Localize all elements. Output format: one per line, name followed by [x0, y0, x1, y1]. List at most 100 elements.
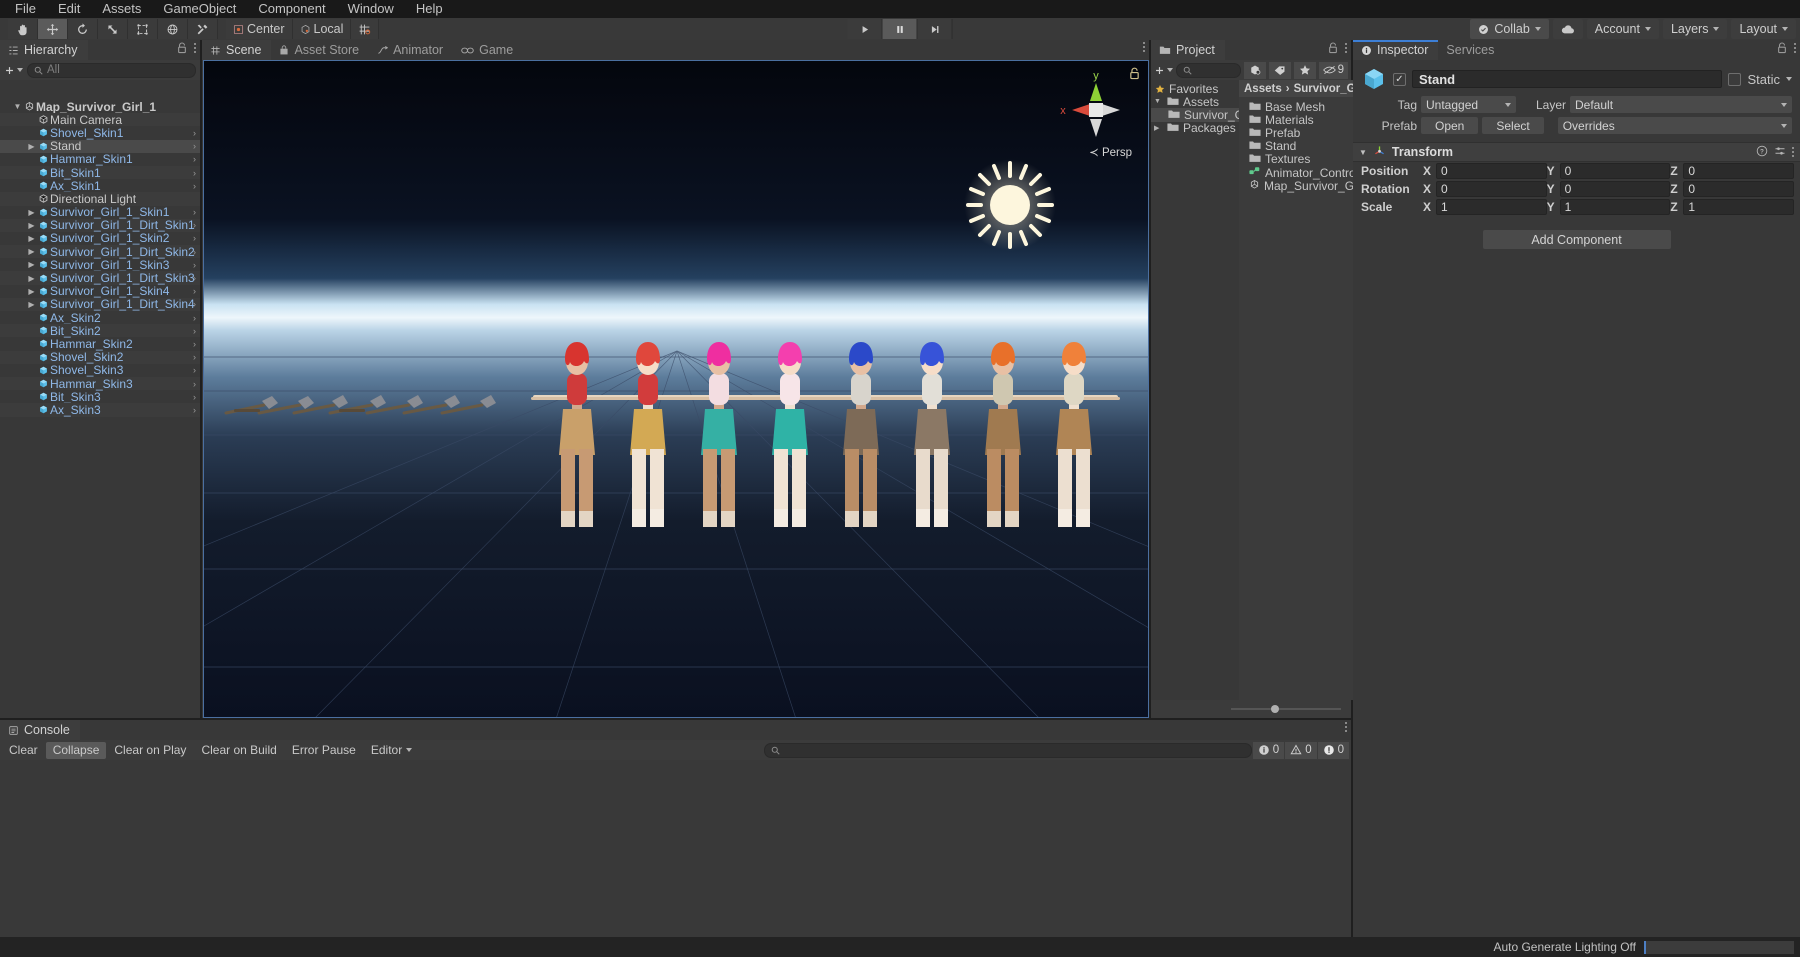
- chevron-right-icon[interactable]: ›: [193, 352, 196, 362]
- project-zoom-knob[interactable]: [1271, 705, 1279, 713]
- project-tree-item-packages[interactable]: ▶ Packages: [1151, 121, 1239, 135]
- transform-rotation-x-input[interactable]: 0: [1436, 181, 1547, 197]
- hierarchy-item-hammar-skin1[interactable]: Hammar_Skin1 ›: [0, 152, 200, 166]
- foldout-right-icon[interactable]: ▶: [1154, 124, 1163, 132]
- hierarchy-menu-icon[interactable]: [194, 43, 196, 53]
- transform-tool-button[interactable]: [158, 19, 188, 39]
- layers-button[interactable]: Layers: [1662, 19, 1728, 39]
- menu-item-assets[interactable]: Assets: [91, 0, 152, 18]
- console-search-input[interactable]: [763, 742, 1252, 758]
- chevron-right-icon[interactable]: ›: [193, 339, 196, 349]
- create-asset-button[interactable]: [1154, 65, 1173, 76]
- chevron-right-icon[interactable]: ›: [193, 260, 196, 270]
- chevron-right-icon[interactable]: ›: [193, 273, 196, 283]
- transform-scale-x-input[interactable]: 1: [1436, 199, 1547, 215]
- object-enabled-checkbox[interactable]: ✓: [1393, 72, 1406, 86]
- pause-button[interactable]: [882, 19, 918, 39]
- hierarchy-item-directional light[interactable]: Directional Light: [0, 192, 200, 206]
- lock-icon[interactable]: [177, 42, 187, 54]
- create-object-button[interactable]: [4, 65, 23, 76]
- chevron-right-icon[interactable]: ›: [193, 207, 196, 217]
- breadcrumb-assets[interactable]: Assets: [1244, 83, 1282, 95]
- layer-dropdown[interactable]: Default: [1570, 96, 1792, 113]
- rect-tool-button[interactable]: [128, 19, 158, 39]
- transform-component-header[interactable]: ▼ Transform ?: [1353, 142, 1800, 162]
- console-editor-dropdown[interactable]: Editor: [364, 742, 419, 759]
- project-filter-label-button[interactable]: [1268, 61, 1291, 79]
- menu-item-component[interactable]: Component: [247, 0, 336, 18]
- tab-project[interactable]: Project: [1151, 40, 1225, 60]
- account-button[interactable]: Account: [1586, 19, 1659, 39]
- project-file-materials[interactable]: Materials: [1239, 113, 1368, 127]
- console-error-count[interactable]: 0: [1317, 741, 1349, 759]
- hierarchy-item-bit-skin3[interactable]: Bit_Skin3 ›: [0, 390, 200, 404]
- tab-asset-store[interactable]: Asset Store: [271, 40, 370, 60]
- foldout-right-icon[interactable]: ▶: [26, 300, 37, 309]
- add-component-button[interactable]: Add Component: [1482, 230, 1671, 249]
- hierarchy-item-map-survivor-girl-1[interactable]: ▼ Map_Survivor_Girl_1: [0, 100, 200, 114]
- foldout-right-icon[interactable]: ▶: [26, 247, 37, 256]
- chevron-right-icon[interactable]: ›: [193, 154, 196, 164]
- chevron-right-icon[interactable]: ›: [193, 168, 196, 178]
- project-menu-icon[interactable]: [1345, 43, 1347, 53]
- foldout-right-icon[interactable]: ▶: [26, 142, 37, 151]
- console-clear-on-play-button[interactable]: Clear on Play: [107, 742, 193, 759]
- hierarchy-item-bit-skin1[interactable]: Bit_Skin1 ›: [0, 166, 200, 180]
- foldout-right-icon[interactable]: ▶: [26, 260, 37, 269]
- hierarchy-item-survivor-girl-1-dirt-skin4[interactable]: ▶ Survivor_Girl_1_Dirt_Skin4 ›: [0, 297, 200, 311]
- project-hidden-count-button[interactable]: 9: [1318, 61, 1348, 79]
- project-favorites-item[interactable]: Favorites: [1151, 82, 1239, 96]
- space-mode-button[interactable]: Local: [292, 19, 352, 39]
- tab-scene[interactable]: Scene: [202, 40, 272, 60]
- transform-rotation-z-input[interactable]: 0: [1683, 181, 1795, 197]
- lock-icon[interactable]: [1328, 42, 1338, 54]
- foldout-right-icon[interactable]: ▶: [26, 274, 37, 283]
- hand-tool-button[interactable]: [8, 19, 38, 39]
- menu-item-gameobject[interactable]: GameObject: [152, 0, 247, 18]
- tab-game[interactable]: Game: [453, 40, 524, 60]
- chevron-right-icon[interactable]: ›: [193, 326, 196, 336]
- foldout-down-icon[interactable]: ▼: [12, 102, 23, 111]
- layout-button[interactable]: Layout: [1731, 19, 1796, 39]
- lock-icon[interactable]: [1777, 42, 1787, 54]
- prefab-select-button[interactable]: Select: [1482, 117, 1544, 134]
- object-name-input[interactable]: Stand: [1412, 70, 1723, 88]
- pivot-mode-button[interactable]: Center: [226, 19, 293, 39]
- scene-camera-lock-icon[interactable]: [1129, 67, 1140, 83]
- tag-dropdown[interactable]: Untagged: [1421, 96, 1516, 113]
- chevron-right-icon[interactable]: ›: [193, 286, 196, 296]
- project-file-base-mesh[interactable]: Base Mesh: [1239, 100, 1368, 114]
- prefab-open-button[interactable]: Open: [1421, 117, 1479, 134]
- console-message-list[interactable]: [0, 760, 1351, 957]
- project-favorites-filter-button[interactable]: [1293, 61, 1316, 79]
- tab-animator[interactable]: Animator: [369, 40, 454, 60]
- project-file-stand[interactable]: Stand: [1239, 139, 1368, 153]
- project-zoom-slider[interactable]: [1231, 705, 1341, 713]
- menu-item-help[interactable]: Help: [405, 0, 454, 18]
- hierarchy-item-hammar-skin2[interactable]: Hammar_Skin2 ›: [0, 337, 200, 351]
- hierarchy-item-bit-skin2[interactable]: Bit_Skin2 ›: [0, 324, 200, 338]
- hierarchy-item-main camera[interactable]: Main Camera: [0, 113, 200, 127]
- foldout-right-icon[interactable]: ▶: [26, 287, 37, 296]
- rotate-tool-button[interactable]: [68, 19, 98, 39]
- transform-position-z-input[interactable]: 0: [1683, 163, 1795, 179]
- chevron-right-icon[interactable]: ›: [193, 247, 196, 257]
- transform-rotation-y-input[interactable]: 0: [1559, 181, 1671, 197]
- hierarchy-item-ax-skin1[interactable]: Ax_Skin1 ›: [0, 179, 200, 193]
- console-warning-count[interactable]: 0: [1285, 741, 1317, 759]
- project-contents[interactable]: Assets › Survivor_Gir Base Mesh Materials…: [1239, 80, 1369, 700]
- hierarchy-item-shovel-skin3[interactable]: Shovel_Skin3 ›: [0, 363, 200, 377]
- hierarchy-item-ax-skin3[interactable]: Ax_Skin3 ›: [0, 403, 200, 417]
- scale-tool-button[interactable]: [98, 19, 128, 39]
- hierarchy-item-survivor-girl-1-skin3[interactable]: ▶ Survivor_Girl_1_Skin3 ›: [0, 258, 200, 272]
- tab-services[interactable]: Services: [1438, 40, 1505, 60]
- grid-snap-button[interactable]: [351, 19, 380, 39]
- hierarchy-search-input[interactable]: All: [27, 62, 196, 78]
- transform-scale-y-input[interactable]: 1: [1559, 199, 1671, 215]
- chevron-right-icon[interactable]: ›: [193, 128, 196, 138]
- project-file-animator-control[interactable]: Animator_Control: [1239, 166, 1368, 180]
- console-menu-icon[interactable]: [1345, 722, 1347, 732]
- transform-position-x-input[interactable]: 0: [1436, 163, 1547, 179]
- project-file-prefab[interactable]: Prefab: [1239, 126, 1368, 140]
- console-clear-on-build-button[interactable]: Clear on Build: [194, 742, 283, 759]
